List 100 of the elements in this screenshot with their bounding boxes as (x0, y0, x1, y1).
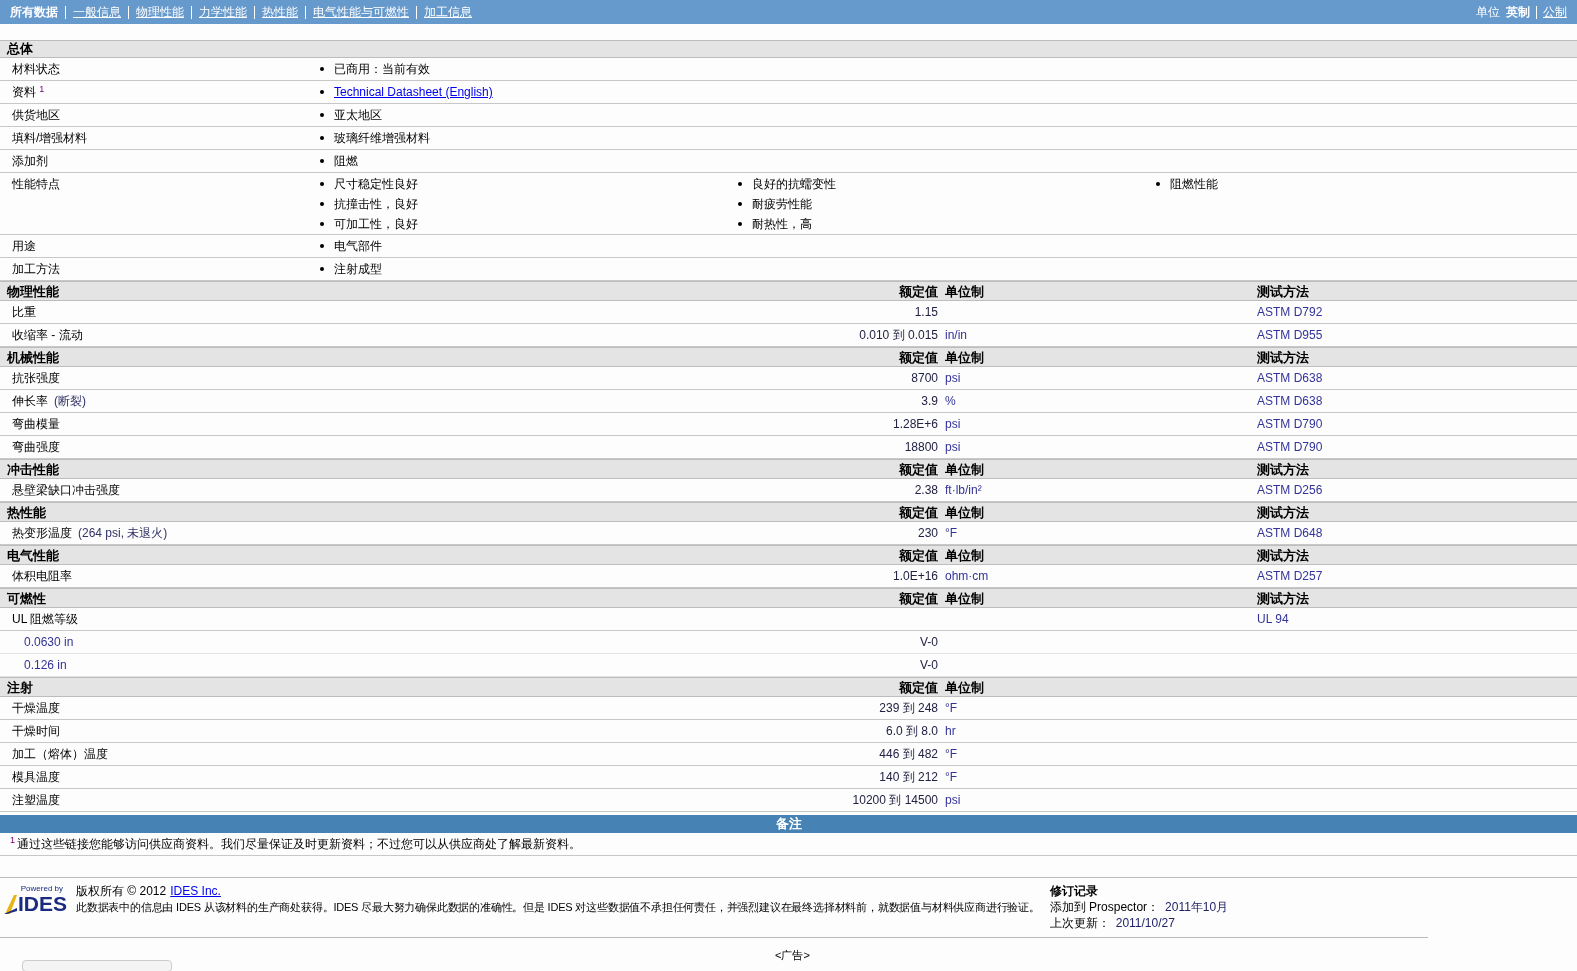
column-heading: 单位制 (945, 505, 984, 520)
unit-text: in/in (945, 328, 967, 342)
nav-tab[interactable]: 加工信息 (424, 3, 472, 21)
test-method-text: ASTM D790 (1257, 417, 1323, 431)
ad-label: <广告> (775, 948, 810, 963)
column-heading: 额定值 (899, 505, 938, 520)
company-link[interactable]: IDES Inc. (170, 882, 221, 900)
bullet-icon (320, 67, 324, 71)
row-label: 资料 $^{1}$ (11, 83, 46, 101)
property-label: 体积电阻率 (12, 568, 72, 585)
bullet-icon (320, 90, 324, 94)
unit-text: °F (945, 770, 958, 784)
property-label: 收缩率 - 流动 (12, 327, 83, 344)
value-text: 可加工性，良好 (334, 216, 418, 233)
nav-tab[interactable]: 物理性能 (136, 3, 184, 21)
value-text: 1.15 (914, 305, 938, 319)
row-label: 性能特点 (11, 176, 61, 193)
unit-option[interactable]: 英制 (1506, 3, 1530, 21)
bullet-icon (738, 202, 742, 206)
unit-text: psi (945, 793, 961, 807)
property-label: 比重 (12, 304, 36, 321)
value-text: 抗撞击性，良好 (334, 196, 418, 213)
test-method-text: ASTM D792 (1257, 305, 1323, 319)
column-heading: 单位制 (945, 462, 984, 477)
column-heading: 额定值 (899, 591, 938, 606)
section-title: 物理性能 (6, 283, 60, 301)
property-label: 悬壁梁缺口冲击强度 (12, 482, 120, 499)
section-title: 可燃性 (6, 590, 47, 608)
test-method-text: ASTM D955 (1257, 328, 1323, 342)
value-text: 446 到 482 (879, 747, 938, 761)
value-text: 3.9 (921, 394, 938, 408)
copyright-text: 版权所有 © 2012 (76, 883, 167, 900)
unit-text: °F (945, 701, 958, 715)
row-label: 填料/增强材料 (11, 130, 89, 147)
test-method-text: ASTM D256 (1257, 483, 1323, 497)
value-text: 2.38 (914, 483, 938, 497)
column-heading: 额定值 (899, 680, 938, 695)
value-text: V-0 (920, 635, 938, 649)
column-heading: 测试方法 (1257, 462, 1309, 477)
unit-text: psi (945, 417, 961, 431)
bullet-icon (738, 222, 742, 226)
value-text: 尺寸稳定性良好 (334, 176, 418, 193)
unit-text: % (945, 394, 956, 408)
column-heading: 测试方法 (1257, 350, 1309, 365)
bullet-icon (320, 222, 324, 226)
value-text: 18800 (904, 440, 938, 454)
value-text: 良好的抗蠕变性 (752, 176, 836, 193)
value-text: 10200 到 14500 (852, 793, 938, 807)
notes-header: 备注 (0, 815, 1577, 833)
column-heading: 单位制 (945, 350, 984, 365)
section-title: 电气性能 (6, 547, 60, 565)
row-label: 添加剂 (11, 153, 49, 170)
bullet-icon (320, 182, 324, 186)
property-label: 抗张强度 (12, 370, 60, 387)
bullet-icon (320, 267, 324, 271)
section-title: 冲击性能 (6, 461, 60, 479)
bullet-icon (320, 202, 324, 206)
revision-title: 修订记录 (1049, 883, 1099, 899)
nav-tab[interactable]: 力学性能 (199, 3, 247, 21)
property-label: 加工（熔体）温度 (12, 746, 108, 763)
value-text: 亚太地区 (334, 107, 382, 124)
disclaimer-text: 此数据表中的信息由 IDES 从该材料的生产商处获得。IDES 尽最大努力确保此数据的准确性。但是 IDES 对这些数据值不承担任何责任，并强烈建议在最终选择材料前，就数据值与材料供应商进行验证。 (76, 900, 1040, 915)
column-heading: 额定值 (899, 548, 938, 563)
value-text: V-0 (920, 658, 938, 672)
unit-text: psi (945, 371, 961, 385)
bullet-icon (320, 244, 324, 248)
unit-text: hr (945, 724, 956, 738)
unit-option[interactable]: 公制 (1543, 3, 1567, 21)
nav-tab[interactable]: 所有数据 (10, 3, 58, 21)
row-label: 供货地区 (11, 107, 61, 124)
section-title: 热性能 (6, 504, 47, 522)
row-label: 用途 (11, 238, 37, 255)
value-text: 6.0 到 8.0 (885, 724, 938, 738)
property-label: 注塑温度 (12, 792, 60, 809)
nav-tab[interactable]: 电气性能与可燃性 (313, 3, 409, 21)
bullet-icon (1156, 182, 1160, 186)
bullet-icon (320, 136, 324, 140)
revision-label: 上次更新： (1049, 915, 1110, 931)
logo-tagline: Powered by (20, 884, 64, 893)
property-label: UL 阻燃等级 (12, 611, 79, 628)
test-method-text: ASTM D790 (1257, 440, 1323, 454)
row-label: 加工方法 (11, 261, 61, 278)
bullet-icon (320, 113, 324, 117)
value-text: 230 (917, 526, 938, 540)
value-text: 8700 (911, 371, 938, 385)
nav-tab[interactable]: 热性能 (262, 3, 298, 21)
bullet-icon (738, 182, 742, 186)
test-method-text: ASTM D648 (1257, 526, 1323, 540)
revision-date: 2011年10月 (1165, 899, 1229, 915)
nav-tab[interactable]: 一般信息 (73, 3, 121, 21)
row-label: 材料状态 (11, 61, 61, 78)
datasheet-link[interactable]: Technical Datasheet (English) (334, 83, 493, 101)
column-heading: 测试方法 (1257, 548, 1309, 563)
value-text: 0.010 到 0.015 (859, 328, 938, 342)
revision-label: 添加到 Prospector： (1049, 899, 1160, 915)
value-text: 140 到 212 (879, 770, 938, 784)
test-method-text: ASTM D638 (1257, 371, 1323, 385)
section-title: 注射 (6, 679, 34, 697)
condition-text: (断裂) (54, 393, 86, 410)
value-text: 注射成型 (334, 261, 382, 278)
